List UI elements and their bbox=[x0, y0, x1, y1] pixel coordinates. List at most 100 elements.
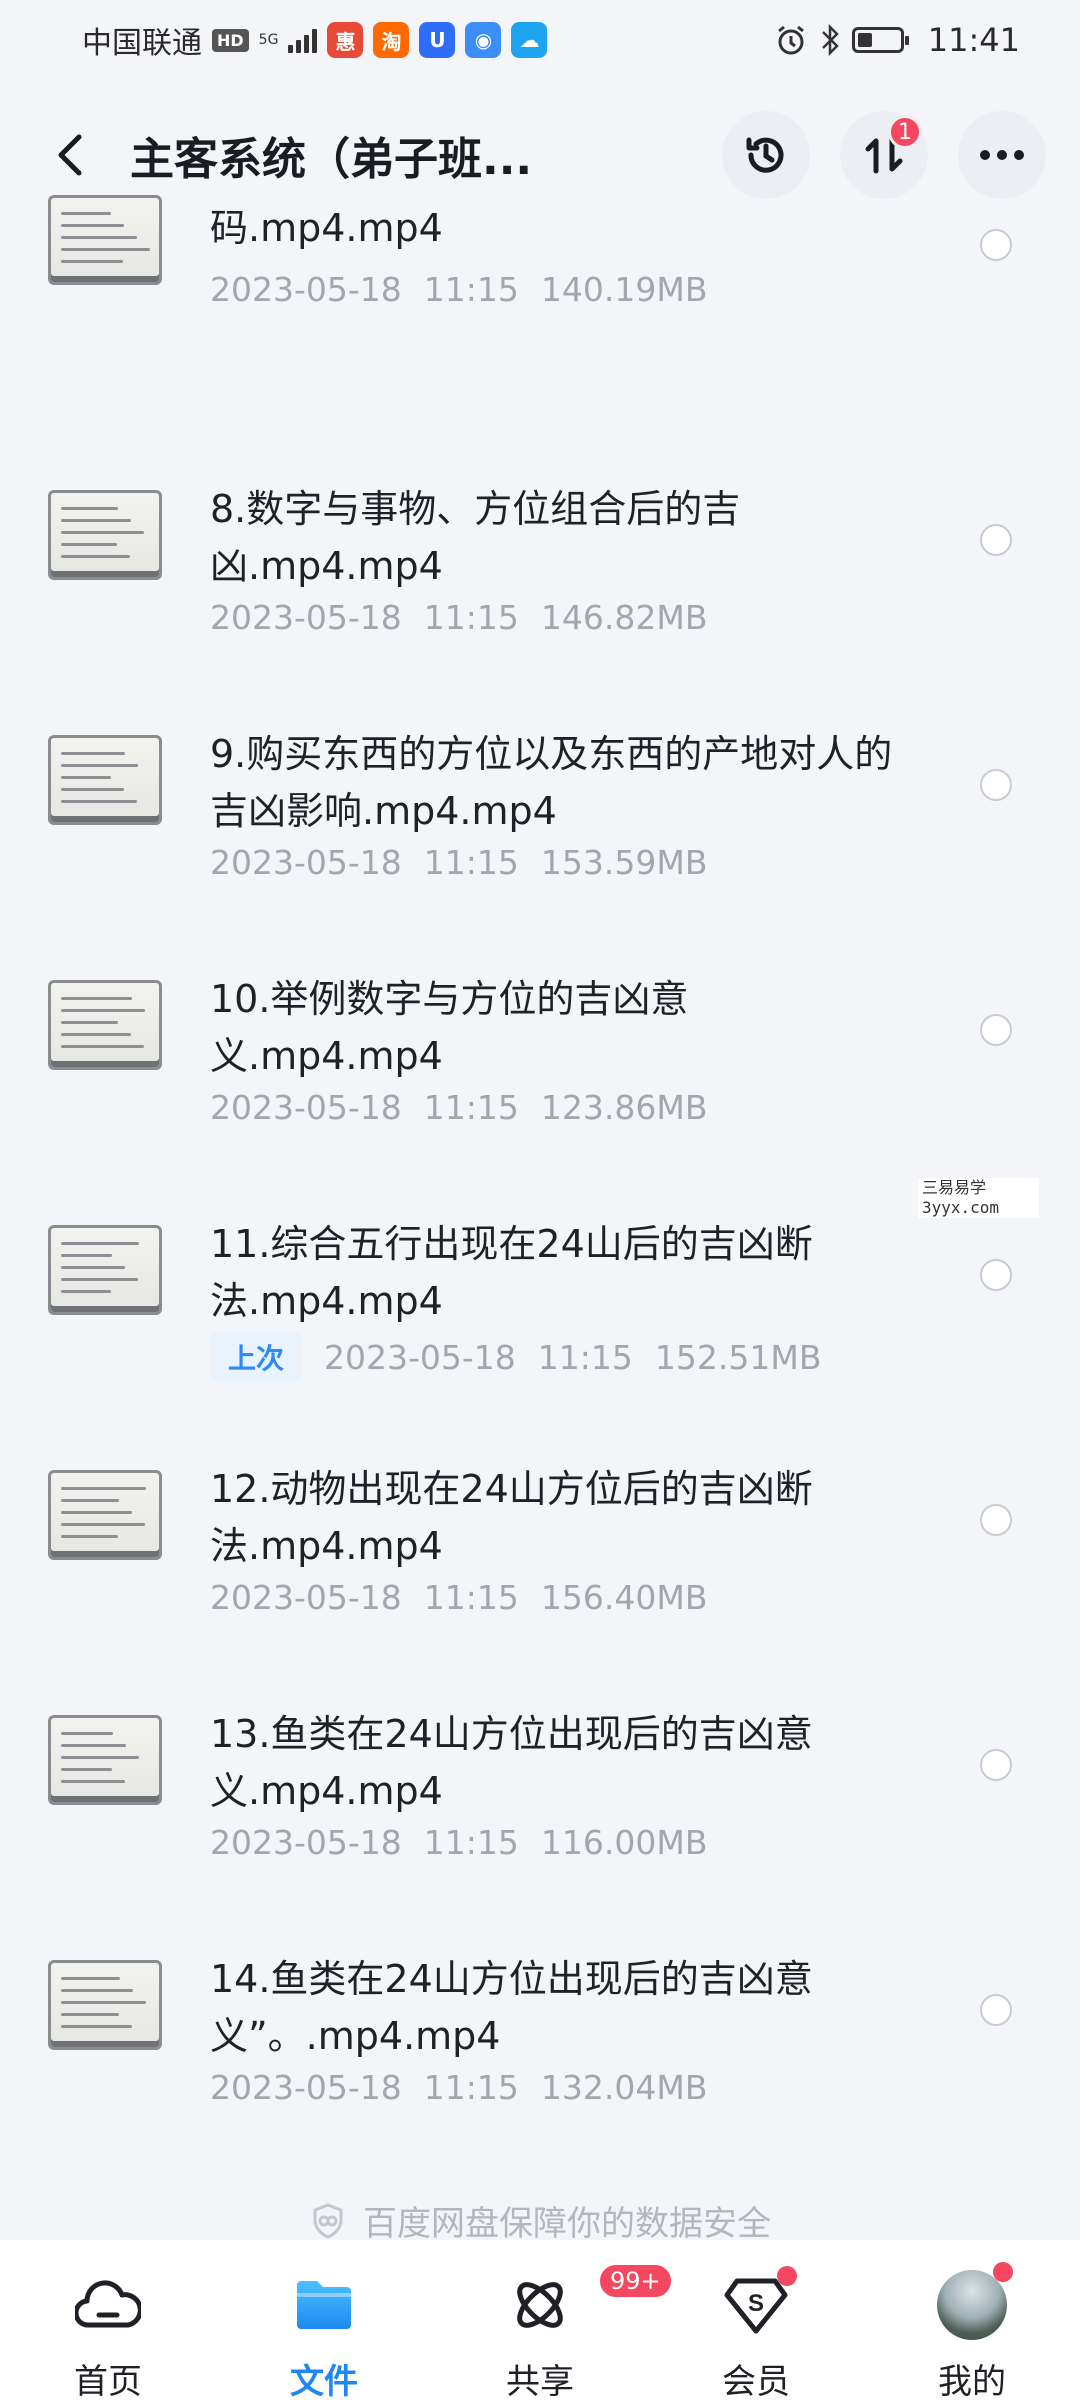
file-date: 2023-05-18 bbox=[210, 270, 402, 309]
watermark: 三易易学 3yyx.com bbox=[918, 1178, 1040, 1218]
more-icon bbox=[980, 150, 1024, 160]
file-meta: 2023-05-18 11:15 132.04MB bbox=[210, 2068, 707, 2107]
file-row[interactable]: 10.举例数字与方位的吉凶意义.mp4.mp4 2023-05-18 11:15 12… bbox=[0, 905, 1080, 1150]
nav-share[interactable]: 99+ 共享 bbox=[450, 2262, 674, 2400]
file-name: 9.购买东西的方位以及东西的产地对人的吉凶影响.mp4.mp4 bbox=[210, 732, 893, 833]
file-name: 12.动物出现在24山方位后的吉凶断法.mp4.mp4 bbox=[210, 1467, 813, 1568]
carrier-name: 中国联通 bbox=[82, 26, 202, 61]
bluetooth-icon bbox=[821, 23, 839, 57]
file-size: 132.04MB bbox=[540, 2068, 708, 2107]
hd-indicator: HD bbox=[212, 28, 249, 52]
nav-me[interactable]: 我的 bbox=[882, 2262, 1062, 2400]
file-name: 10.举例数字与方位的吉凶意义.mp4.mp4 bbox=[210, 977, 689, 1078]
bottom-nav: 首页 文件 99+ 共享 S 会员 我的 bbox=[0, 2240, 1080, 2400]
select-radio[interactable] bbox=[980, 1259, 1012, 1291]
file-name: 13.鱼类在24山方位出现后的吉凶意义.mp4.mp4 bbox=[210, 1712, 813, 1813]
file-time: 11:15 bbox=[423, 270, 519, 309]
file-size: 156.40MB bbox=[540, 1578, 708, 1617]
file-meta: 2023-05-18 11:15 116.00MB bbox=[210, 1823, 707, 1862]
file-date: 2023-05-18 bbox=[324, 1337, 516, 1377]
network-type: 5G bbox=[258, 32, 279, 48]
file-time: 11:15 bbox=[537, 1337, 633, 1377]
video-thumbnail bbox=[48, 490, 162, 580]
vip-icon: S bbox=[724, 2278, 788, 2334]
file-time: 11:15 bbox=[423, 598, 519, 637]
file-name: 14.鱼类在24山方位出现后的吉凶意义”。.mp4.mp4 bbox=[210, 1957, 813, 2058]
video-thumbnail bbox=[48, 195, 162, 285]
taobao-icon: 淘 bbox=[373, 22, 410, 58]
file-meta: 2023-05-18 11:15 146.82MB bbox=[210, 598, 707, 637]
safety-text: 百度网盘保障你的数据安全 bbox=[363, 2204, 771, 2244]
nav-home[interactable]: 首页 bbox=[18, 2270, 198, 2400]
file-time: 11:15 bbox=[423, 2068, 519, 2107]
app-icon: 惠 bbox=[327, 22, 364, 58]
video-thumbnail bbox=[48, 980, 162, 1070]
video-thumbnail bbox=[48, 735, 162, 825]
safety-notice: 百度网盘保障你的数据安全 bbox=[0, 2196, 1080, 2245]
nav-label: 文件 bbox=[290, 2362, 358, 2400]
file-meta: 上次 2023-05-18 11:15 152.51MB bbox=[210, 1333, 822, 1381]
cloud-home-icon bbox=[75, 2280, 141, 2328]
nav-files[interactable]: 文件 bbox=[234, 2270, 414, 2400]
app-icon: U bbox=[419, 22, 456, 58]
nav-label: 会员 bbox=[722, 2362, 790, 2400]
file-size: 116.00MB bbox=[540, 1823, 708, 1862]
file-meta: 2023-05-18 11:15 140.19MB bbox=[210, 270, 707, 309]
file-time: 11:15 bbox=[423, 1823, 519, 1862]
select-radio[interactable] bbox=[980, 1994, 1012, 2026]
file-row[interactable]: 9.购买东西的方位以及东西的产地对人的吉凶影响.mp4.mp4 2023-05-1… bbox=[0, 660, 1080, 905]
file-row[interactable]: 14.鱼类在24山方位出现后的吉凶意义”。.mp4.mp4 2023-05-18 1… bbox=[0, 1885, 1080, 2130]
last-viewed-tag: 上次 bbox=[210, 1333, 303, 1381]
file-date: 2023-05-18 bbox=[210, 1823, 402, 1862]
file-size: 146.82MB bbox=[540, 598, 708, 637]
file-name: 码.mp4.mp4 bbox=[210, 206, 443, 250]
video-thumbnail bbox=[48, 1225, 162, 1315]
file-row[interactable]: 12.动物出现在24山方位后的吉凶断法.mp4.mp4 2023-05-18 11:… bbox=[0, 1395, 1080, 1640]
signal-icon bbox=[288, 27, 318, 53]
file-size: 153.59MB bbox=[540, 843, 708, 882]
alarm-icon bbox=[777, 25, 804, 55]
video-thumbnail bbox=[48, 1470, 162, 1560]
file-name: 8.数字与事物、方位组合后的吉凶.mp4.mp4 bbox=[210, 487, 741, 588]
file-row[interactable]: 8.数字与事物、方位组合后的吉凶.mp4.mp4 2023-05-18 11:15 1… bbox=[0, 415, 1080, 660]
folder-icon bbox=[297, 2281, 351, 2329]
select-radio[interactable] bbox=[980, 1749, 1012, 1781]
file-meta: 2023-05-18 11:15 156.40MB bbox=[210, 1578, 707, 1617]
select-radio[interactable] bbox=[980, 1504, 1012, 1536]
nav-vip[interactable]: S 会员 bbox=[666, 2266, 846, 2400]
file-date: 2023-05-18 bbox=[210, 2068, 402, 2107]
video-thumbnail bbox=[48, 1715, 162, 1805]
file-size: 140.19MB bbox=[540, 270, 708, 309]
file-size: 123.86MB bbox=[540, 1088, 708, 1127]
select-radio[interactable] bbox=[980, 524, 1012, 556]
file-date: 2023-05-18 bbox=[210, 598, 402, 637]
file-row[interactable]: 码.mp4.mp4 2023-05-18 11:15 140.19MB bbox=[0, 170, 1080, 415]
notification-dot bbox=[993, 2262, 1013, 2282]
battery-icon bbox=[851, 27, 909, 53]
file-meta: 2023-05-18 11:15 123.86MB bbox=[210, 1088, 707, 1127]
nav-label: 共享 bbox=[506, 2362, 574, 2400]
video-thumbnail bbox=[48, 1960, 162, 2050]
file-time: 11:15 bbox=[423, 843, 519, 882]
clock: 11:41 bbox=[927, 21, 1020, 59]
select-radio[interactable] bbox=[980, 769, 1012, 801]
app-icon: ◉ bbox=[465, 22, 502, 58]
share-badge: 99+ bbox=[597, 2262, 674, 2300]
avatar bbox=[937, 2270, 1007, 2340]
file-date: 2023-05-18 bbox=[210, 1088, 402, 1127]
notification-dot bbox=[777, 2266, 797, 2286]
svg-text:S: S bbox=[748, 2290, 764, 2317]
file-meta: 2023-05-18 11:15 153.59MB bbox=[210, 843, 707, 882]
share-planet-icon bbox=[517, 2282, 563, 2328]
status-bar: 中国联通 HD 5G 惠 淘 U ◉ ☁ 11:41 bbox=[0, 0, 1080, 80]
file-row[interactable]: 13.鱼类在24山方位出现后的吉凶意义.mp4.mp4 2023-05-18 11:… bbox=[0, 1640, 1080, 1885]
file-date: 2023-05-18 bbox=[210, 1578, 402, 1617]
file-size: 152.51MB bbox=[654, 1337, 822, 1377]
nav-label: 我的 bbox=[938, 2362, 1006, 2400]
nav-label: 首页 bbox=[74, 2362, 142, 2400]
file-time: 11:15 bbox=[423, 1088, 519, 1127]
select-radio[interactable] bbox=[980, 1014, 1012, 1046]
transfer-badge: 1 bbox=[888, 115, 922, 149]
shield-icon bbox=[313, 2202, 343, 2239]
select-radio[interactable] bbox=[980, 229, 1012, 261]
